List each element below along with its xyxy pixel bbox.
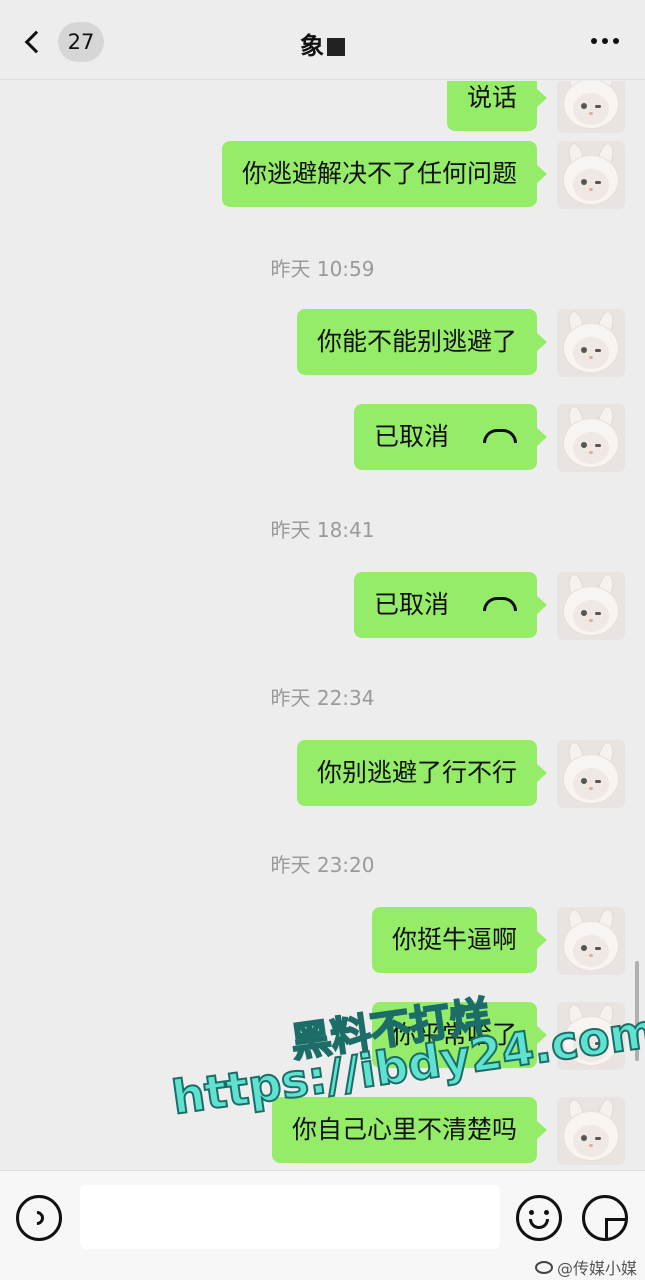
message-row: 已取消: [353, 404, 625, 472]
message-list[interactable]: 说话 你逃避解决不了任何问题 昨天 10:59 你能不能别逃避了 已取消 昨天 …: [0, 81, 645, 1170]
scrollbar[interactable]: [635, 961, 639, 1061]
contact-name: 象: [300, 32, 325, 60]
message-text: 你别逃避了行不行: [316, 758, 517, 787]
message-bubble[interactable]: 说话: [446, 81, 548, 131]
message-text: 说话: [466, 83, 517, 112]
message-row: 你能不能别逃避了: [296, 309, 625, 377]
dot-icon: [602, 38, 608, 44]
message-row: 你自己心里不清楚吗: [271, 1097, 625, 1165]
call-cancelled-bubble[interactable]: 已取消: [353, 572, 548, 638]
avatar[interactable]: [557, 309, 625, 377]
message-row: 已取消: [353, 572, 625, 640]
avatar[interactable]: [557, 740, 625, 808]
message-bubble[interactable]: 你能不能别逃避了: [296, 309, 548, 375]
emoji-button[interactable]: [516, 1195, 562, 1241]
weibo-attribution: @传媒小媒: [534, 1255, 637, 1279]
avatar[interactable]: [557, 1002, 625, 1070]
message-bubble[interactable]: 你逃避解决不了任何问题: [221, 141, 548, 207]
avatar[interactable]: [557, 81, 625, 133]
dot-icon: [613, 38, 619, 44]
more-options-button[interactable]: [591, 38, 619, 44]
message-text: 你逃避解决不了任何问题: [241, 159, 517, 188]
message-bubble[interactable]: 你别逃避了行不行: [296, 740, 548, 806]
timestamp: 昨天 18:41: [270, 518, 375, 542]
weibo-icon: [534, 1260, 553, 1274]
avatar[interactable]: [557, 1097, 625, 1165]
dot-icon: [591, 38, 597, 44]
message-input[interactable]: [80, 1185, 500, 1249]
avatar[interactable]: [557, 572, 625, 640]
avatar[interactable]: [557, 404, 625, 472]
message-bubble[interactable]: 你自己心里不清楚吗: [271, 1097, 548, 1163]
timestamp: 昨天 23:20: [270, 853, 375, 877]
timestamp: 昨天 22:34: [270, 686, 375, 710]
message-text: 你自己心里不清楚吗: [291, 1115, 517, 1144]
message-row: 你别逃避了行不行: [296, 740, 625, 808]
more-actions-button[interactable]: [582, 1195, 628, 1241]
phone-hangup-icon: [483, 597, 517, 611]
attribution-text: @传媒小媒: [556, 1259, 637, 1278]
message-text: 已取消: [373, 590, 449, 619]
input-bar: @传媒小媒: [0, 1170, 645, 1280]
message-text: 你挺牛逼啊: [391, 925, 517, 954]
voice-button[interactable]: [16, 1195, 62, 1241]
avatar[interactable]: [557, 907, 625, 975]
chat-header: 27 象: [0, 0, 645, 80]
message-bubble[interactable]: 你挺牛逼啊: [371, 907, 548, 973]
message-text: 已取消: [373, 422, 449, 451]
message-row: 你平常哈了: [371, 1002, 625, 1070]
message-row: 你逃避解决不了任何问题: [221, 141, 625, 209]
message-text: 你平常哈了: [391, 1020, 517, 1049]
message-text: 你能不能别逃避了: [316, 327, 517, 356]
avatar[interactable]: [557, 141, 625, 209]
message-bubble[interactable]: 你平常哈了: [371, 1002, 548, 1068]
timestamp: 昨天 10:59: [270, 257, 375, 281]
message-row: 你挺牛逼啊: [371, 907, 625, 975]
call-cancelled-bubble[interactable]: 已取消: [353, 404, 548, 470]
voice-icon: [27, 1208, 47, 1228]
phone-hangup-icon: [483, 429, 517, 443]
message-row: 说话: [446, 81, 625, 133]
chat-title: 象: [0, 26, 645, 61]
redaction-mark: [327, 38, 345, 56]
